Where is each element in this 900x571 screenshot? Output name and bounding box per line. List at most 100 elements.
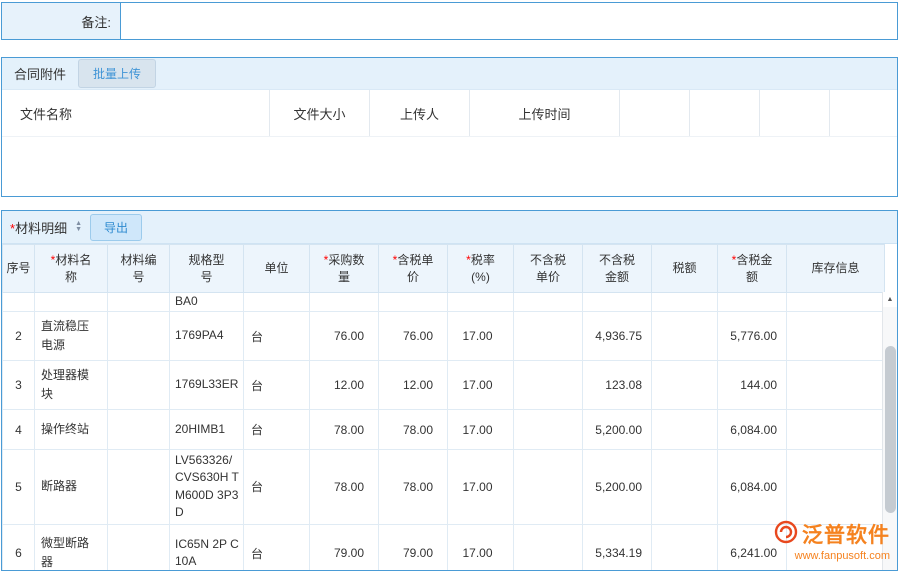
materials-section: *材料明细 ▲▼ 导出 序号 *材料名 称 材料编 号 规格型 号 单位 *采购… <box>1 210 898 571</box>
cell-code <box>108 361 170 410</box>
brand-url: www.fanpusoft.com <box>795 550 890 562</box>
cell-unit: 台 <box>244 524 310 571</box>
materials-header-row: 序号 *材料名 称 材料编 号 规格型 号 单位 *采购数 量 *含税单 价 *… <box>3 245 885 293</box>
cell-ex-amount: 5,334.19 <box>583 524 652 571</box>
cell-code <box>108 450 170 525</box>
material-row[interactable]: 3 处理器模块 1769L33ER 台 12.00 12.00 17.00 12… <box>3 361 885 410</box>
col-name: *材料名 称 <box>35 245 108 293</box>
materials-title: *材料明细 <box>10 218 67 237</box>
cell-qty: 12.00 <box>310 361 379 410</box>
cell-ex-price <box>514 410 583 450</box>
cell-seq: 6 <box>3 524 35 571</box>
cell-amount: 6,084.00 <box>718 410 787 450</box>
cell-name: 操作终站 <box>35 410 108 450</box>
cell-seq: 2 <box>3 312 35 361</box>
cell-tax-price: 78.00 <box>379 450 448 525</box>
cell-amount: 5,776.00 <box>718 312 787 361</box>
col-spec: 规格型 号 <box>170 245 244 293</box>
attach-col-filename: 文件名称 <box>2 90 270 136</box>
attachments-header-bar: 合同附件 批量上传 <box>2 58 897 90</box>
cell-spec: LV563326/CVS630H TM600D 3P3D <box>170 450 244 525</box>
cell-spec: 1769L33ER <box>170 361 244 410</box>
cell-seq: 5 <box>3 450 35 525</box>
cell-name: 处理器模块 <box>35 361 108 410</box>
scrollbar-thumb[interactable] <box>885 346 896 513</box>
attach-col-empty-4 <box>830 90 897 136</box>
material-row-partial[interactable]: BA0 <box>3 293 885 312</box>
attachments-empty-body <box>2 137 897 196</box>
cell-spec: IC65N 2P C10A <box>170 524 244 571</box>
cell-spec: 1769PA4 <box>170 312 244 361</box>
cell-unit: 台 <box>244 450 310 525</box>
cell-stock <box>787 312 885 361</box>
material-row[interactable]: 2 直流稳压电源 1769PA4 台 76.00 76.00 17.00 4,9… <box>3 312 885 361</box>
cell-tax <box>652 524 718 571</box>
attachments-table-header: 文件名称 文件大小 上传人 上传时间 <box>2 90 897 137</box>
cell-tax-price: 76.00 <box>379 312 448 361</box>
sort-icon[interactable]: ▲▼ <box>75 221 82 233</box>
col-ex-amount: 不含税 金额 <box>583 245 652 293</box>
attach-col-filesize: 文件大小 <box>270 90 370 136</box>
brand-text: 泛普软件 <box>802 519 890 549</box>
materials-header-bar: *材料明细 ▲▼ 导出 <box>2 211 897 244</box>
cell-unit: 台 <box>244 361 310 410</box>
col-amount: *含税金 额 <box>718 245 787 293</box>
col-code: 材料编 号 <box>108 245 170 293</box>
cell-code <box>108 312 170 361</box>
scroll-up-icon: ▲ <box>887 296 894 303</box>
materials-table: 序号 *材料名 称 材料编 号 规格型 号 单位 *采购数 量 *含税单 价 *… <box>2 244 885 571</box>
cell-tax <box>652 361 718 410</box>
cell-stock <box>787 410 885 450</box>
cell-amount: 144.00 <box>718 361 787 410</box>
col-tax: 税额 <box>652 245 718 293</box>
cell-unit: 台 <box>244 312 310 361</box>
cell-ex-price <box>514 361 583 410</box>
cell-tax <box>652 410 718 450</box>
attach-col-empty-1 <box>620 90 690 136</box>
scroll-up-button[interactable]: ▲ <box>883 292 897 307</box>
cell-qty: 78.00 <box>310 450 379 525</box>
cell-amount: 6,084.00 <box>718 450 787 525</box>
batch-upload-button[interactable]: 批量上传 <box>78 59 156 88</box>
cell-ex-amount: 123.08 <box>583 361 652 410</box>
cell-qty: 78.00 <box>310 410 379 450</box>
cell-stock <box>787 361 885 410</box>
cell-ex-price <box>514 312 583 361</box>
remark-input[interactable] <box>121 3 897 39</box>
material-row[interactable]: 4 操作终站 20HIMB1 台 78.00 78.00 17.00 5,200… <box>3 410 885 450</box>
cell-spec: 20HIMB1 <box>170 410 244 450</box>
col-ex-price: 不含税 单价 <box>514 245 583 293</box>
attachments-section: 合同附件 批量上传 文件名称 文件大小 上传人 上传时间 <box>1 57 898 197</box>
fanpu-watermark: 泛普软件 www.fanpusoft.com <box>774 519 890 562</box>
cell-spec: BA0 <box>170 293 244 312</box>
material-row[interactable]: 6 微型断路器 IC65N 2P C10A 台 79.00 79.00 17.0… <box>3 524 885 571</box>
material-row[interactable]: 5 断路器 LV563326/CVS630H TM600D 3P3D 台 78.… <box>3 450 885 525</box>
cell-name: 直流稳压电源 <box>35 312 108 361</box>
cell-ex-amount: 5,200.00 <box>583 450 652 525</box>
export-button[interactable]: 导出 <box>90 214 142 241</box>
col-unit: 单位 <box>244 245 310 293</box>
cell-tax <box>652 312 718 361</box>
remark-label: 备注: <box>2 3 121 39</box>
cell-ex-price <box>514 524 583 571</box>
cell-tax-price: 78.00 <box>379 410 448 450</box>
cell-ex-amount: 4,936.75 <box>583 312 652 361</box>
attach-col-empty-2 <box>690 90 760 136</box>
cell-seq: 3 <box>3 361 35 410</box>
cell-seq: 4 <box>3 410 35 450</box>
attach-col-empty-3 <box>760 90 830 136</box>
cell-tax-rate: 17.00 <box>448 410 514 450</box>
cell-tax-rate: 17.00 <box>448 361 514 410</box>
col-stock: 库存信息 <box>787 245 885 293</box>
cell-qty: 79.00 <box>310 524 379 571</box>
remark-section: 备注: <box>1 2 898 40</box>
cell-tax-price: 12.00 <box>379 361 448 410</box>
cell-code <box>108 524 170 571</box>
cell-name: 微型断路器 <box>35 524 108 571</box>
col-seq: 序号 <box>3 245 35 293</box>
cell-qty: 76.00 <box>310 312 379 361</box>
cell-tax <box>652 450 718 525</box>
cell-tax-rate: 17.00 <box>448 312 514 361</box>
cell-tax-rate: 17.00 <box>448 450 514 525</box>
fanpu-logo-icon <box>774 520 798 549</box>
